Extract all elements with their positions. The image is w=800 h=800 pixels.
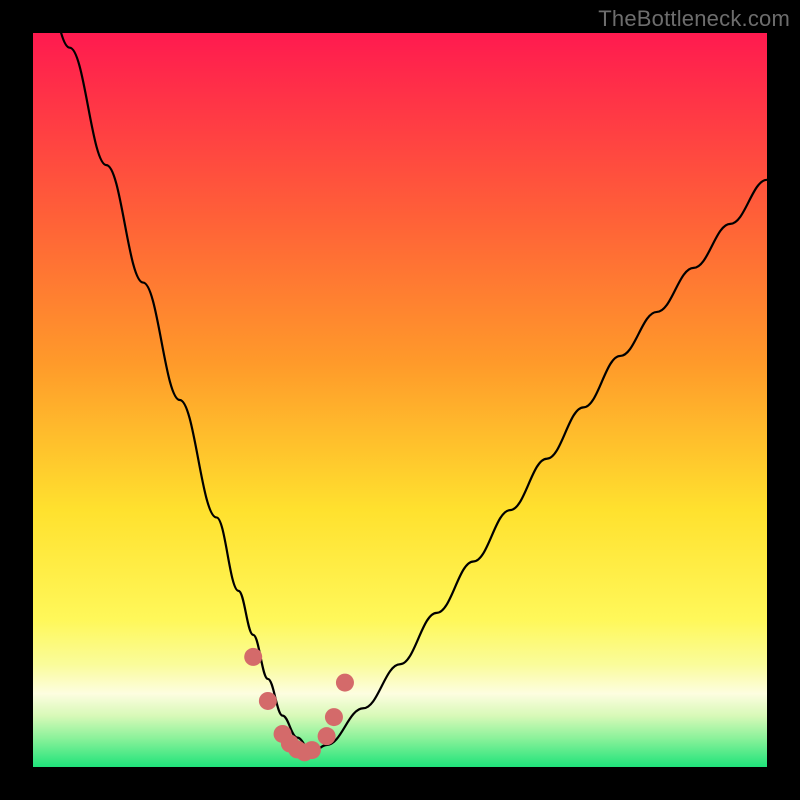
marker-dot — [336, 674, 354, 692]
chart-frame: TheBottleneck.com — [0, 0, 800, 800]
watermark-text: TheBottleneck.com — [598, 6, 790, 32]
marker-dot — [244, 648, 262, 666]
gradient-background — [33, 33, 767, 767]
marker-dot — [303, 741, 321, 759]
chart-svg — [33, 33, 767, 767]
marker-dot — [259, 692, 277, 710]
marker-dot — [325, 708, 343, 726]
marker-dot — [318, 727, 336, 745]
plot-area — [33, 33, 767, 767]
